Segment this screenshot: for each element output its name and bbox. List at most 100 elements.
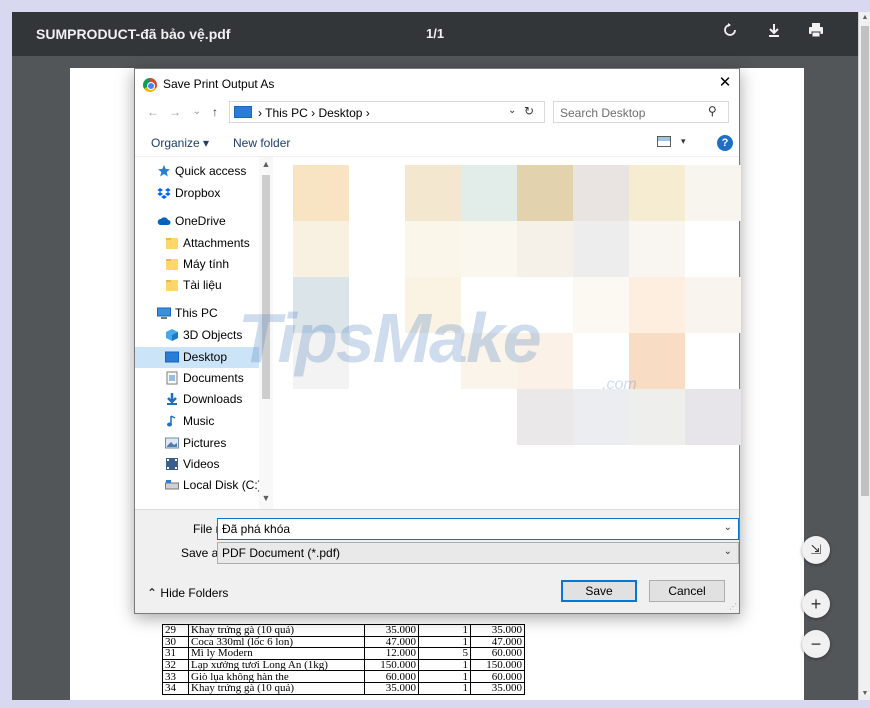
sidebar-item-label: OneDrive — [175, 214, 226, 228]
close-icon[interactable]: ✕ — [715, 73, 735, 93]
file-thumbnail[interactable] — [405, 165, 461, 221]
file-thumbnail[interactable] — [461, 165, 517, 221]
sidebar-item-attachments[interactable]: Attachments — [135, 233, 259, 254]
sidebar-item-t-i-li-u[interactable]: Tài liệu — [135, 275, 259, 296]
hide-folders-button[interactable]: ⌃ Hide Folders — [147, 586, 228, 600]
window-frame-left — [0, 0, 12, 708]
print-icon-svg — [809, 23, 823, 38]
sidebar-item-music[interactable]: Music — [135, 411, 259, 432]
viewer-scrollbar[interactable]: ▲ ▼ — [858, 12, 870, 700]
sidebar-item-dropbox[interactable]: Dropbox — [135, 183, 259, 204]
file-thumbnail[interactable] — [573, 165, 629, 221]
sidebar-item-onedrive[interactable]: OneDrive — [135, 211, 259, 232]
file-thumbnail[interactable] — [629, 277, 685, 333]
download-icon — [165, 392, 179, 406]
file-thumbnail[interactable] — [629, 221, 685, 277]
file-thumbnail[interactable] — [573, 221, 629, 277]
file-name-value[interactable]: Đã phá khóa — [222, 522, 290, 536]
sidebar-item-downloads[interactable]: Downloads — [135, 389, 259, 410]
refresh-icon[interactable]: ↻ — [524, 104, 534, 118]
desktop-icon — [165, 350, 179, 364]
zoom-out-button[interactable]: − — [802, 630, 830, 658]
file-thumbnail[interactable] — [573, 277, 629, 333]
file-thumbnail[interactable] — [517, 389, 573, 445]
file-thumbnail[interactable] — [685, 165, 741, 221]
save-type-select[interactable]: PDF Document (*.pdf) ⌄ — [217, 542, 739, 564]
sidebar-item-label: Music — [183, 414, 215, 428]
search-input[interactable]: Search Desktop ⚲ — [553, 101, 729, 123]
pdf-file-title: SUMPRODUCT-đã bảo vệ.pdf — [36, 26, 231, 42]
file-thumbnail[interactable] — [461, 221, 517, 277]
video-icon — [165, 457, 179, 471]
forward-button[interactable]: → — [167, 104, 183, 120]
this-pc-icon — [234, 106, 252, 118]
file-thumbnail[interactable] — [573, 389, 629, 445]
sidebar-item-local-disk-c[interactable]: Local Disk (C:) — [135, 475, 262, 496]
new-folder-button[interactable]: New folder — [233, 136, 290, 150]
sidebar-item-label: Attachments — [183, 236, 250, 250]
recent-locations-button[interactable]: ⌄ — [189, 104, 205, 120]
chevron-up-icon: ⌃ — [147, 586, 158, 600]
folder-icon — [165, 257, 179, 271]
file-thumbnail[interactable] — [517, 221, 573, 277]
zoom-in-button[interactable]: + — [802, 590, 830, 618]
up-button[interactable]: ↑ — [207, 104, 223, 120]
file-thumbnail[interactable] — [517, 165, 573, 221]
file-thumbnail[interactable] — [293, 165, 349, 221]
file-thumbnail[interactable] — [629, 333, 685, 389]
address-path[interactable]: › This PC › Desktop › — [258, 106, 370, 120]
table-cell: 29 — [162, 624, 189, 637]
sidebar-item-quick-access[interactable]: Quick access — [135, 161, 259, 182]
nav-scroll-down-icon[interactable]: ▼ — [259, 493, 273, 503]
organize-button[interactable]: Organize ▾ — [151, 136, 209, 150]
save-button[interactable]: Save — [561, 580, 637, 602]
resize-grip-icon[interactable]: ⋰ — [729, 602, 737, 611]
search-icon[interactable]: ⚲ — [708, 104, 717, 118]
sidebar-item-videos[interactable]: Videos — [135, 454, 259, 475]
scroll-down-icon[interactable]: ▼ — [859, 688, 870, 700]
file-thumbnail[interactable] — [293, 221, 349, 277]
file-name-input[interactable]: Đã phá khóa ⌄ — [217, 518, 739, 540]
file-thumbnail[interactable] — [405, 221, 461, 277]
table-cell: 35.000 — [470, 681, 525, 695]
download-icon[interactable] — [762, 22, 786, 46]
table-cell: 31 — [162, 647, 189, 660]
scroll-up-icon[interactable]: ▲ — [859, 12, 870, 24]
print-icon[interactable] — [804, 22, 828, 46]
rotate-icon[interactable] — [718, 22, 742, 46]
view-mode-dropdown-icon[interactable]: ▾ — [681, 136, 686, 147]
sidebar-item-pictures[interactable]: Pictures — [135, 433, 259, 454]
table-cell: 47.000 — [364, 635, 419, 649]
command-bar: Organize ▾ New folder ▾ ? — [135, 129, 739, 157]
table-cell: 60.000 — [470, 647, 525, 660]
chevron-down-icon[interactable]: ⌄ — [724, 546, 732, 557]
document-icon — [165, 371, 179, 385]
address-dropdown-icon[interactable]: ⌄ — [508, 105, 516, 116]
window-frame-top — [0, 0, 870, 12]
fit-page-button[interactable]: ⇲ — [802, 536, 830, 564]
sidebar-item-m-y-t-nh[interactable]: Máy tính — [135, 254, 259, 275]
sidebar-item-label: Tài liệu — [183, 278, 222, 292]
save-form: File name: Đã phá khóa ⌄ Save as type: P… — [135, 509, 739, 613]
table-cell: 32 — [162, 658, 189, 672]
computer-icon — [157, 306, 171, 320]
file-thumbnail[interactable] — [685, 389, 741, 445]
cancel-button[interactable]: Cancel — [649, 580, 725, 602]
back-button[interactable]: ← — [145, 104, 161, 120]
scroll-thumb[interactable] — [861, 26, 869, 496]
nav-scroll-up-icon[interactable]: ▲ — [259, 159, 273, 169]
help-icon[interactable]: ? — [717, 135, 733, 151]
music-icon — [165, 414, 179, 428]
table-row: 30 Coca 330ml (lốc 6 lon) 47.000 1 47.000 — [162, 635, 525, 649]
chrome-app-icon — [143, 78, 157, 92]
cloud-icon — [157, 214, 171, 228]
file-thumbnail[interactable] — [629, 165, 685, 221]
sidebar-item-label: Desktop — [183, 350, 228, 364]
address-bar[interactable]: › This PC › Desktop › ⌄ ↻ — [229, 101, 545, 123]
pdf-invoice-table: 29 Khay trứng gà (10 quả) 35.000 1 35.000 30 C… — [162, 624, 525, 695]
file-thumbnail[interactable] — [685, 277, 741, 333]
file-name-dropdown-icon[interactable]: ⌄ — [724, 522, 732, 533]
view-mode-icon[interactable] — [657, 136, 671, 147]
file-thumbnail[interactable] — [629, 389, 685, 445]
table-cell: 47.000 — [470, 635, 525, 649]
